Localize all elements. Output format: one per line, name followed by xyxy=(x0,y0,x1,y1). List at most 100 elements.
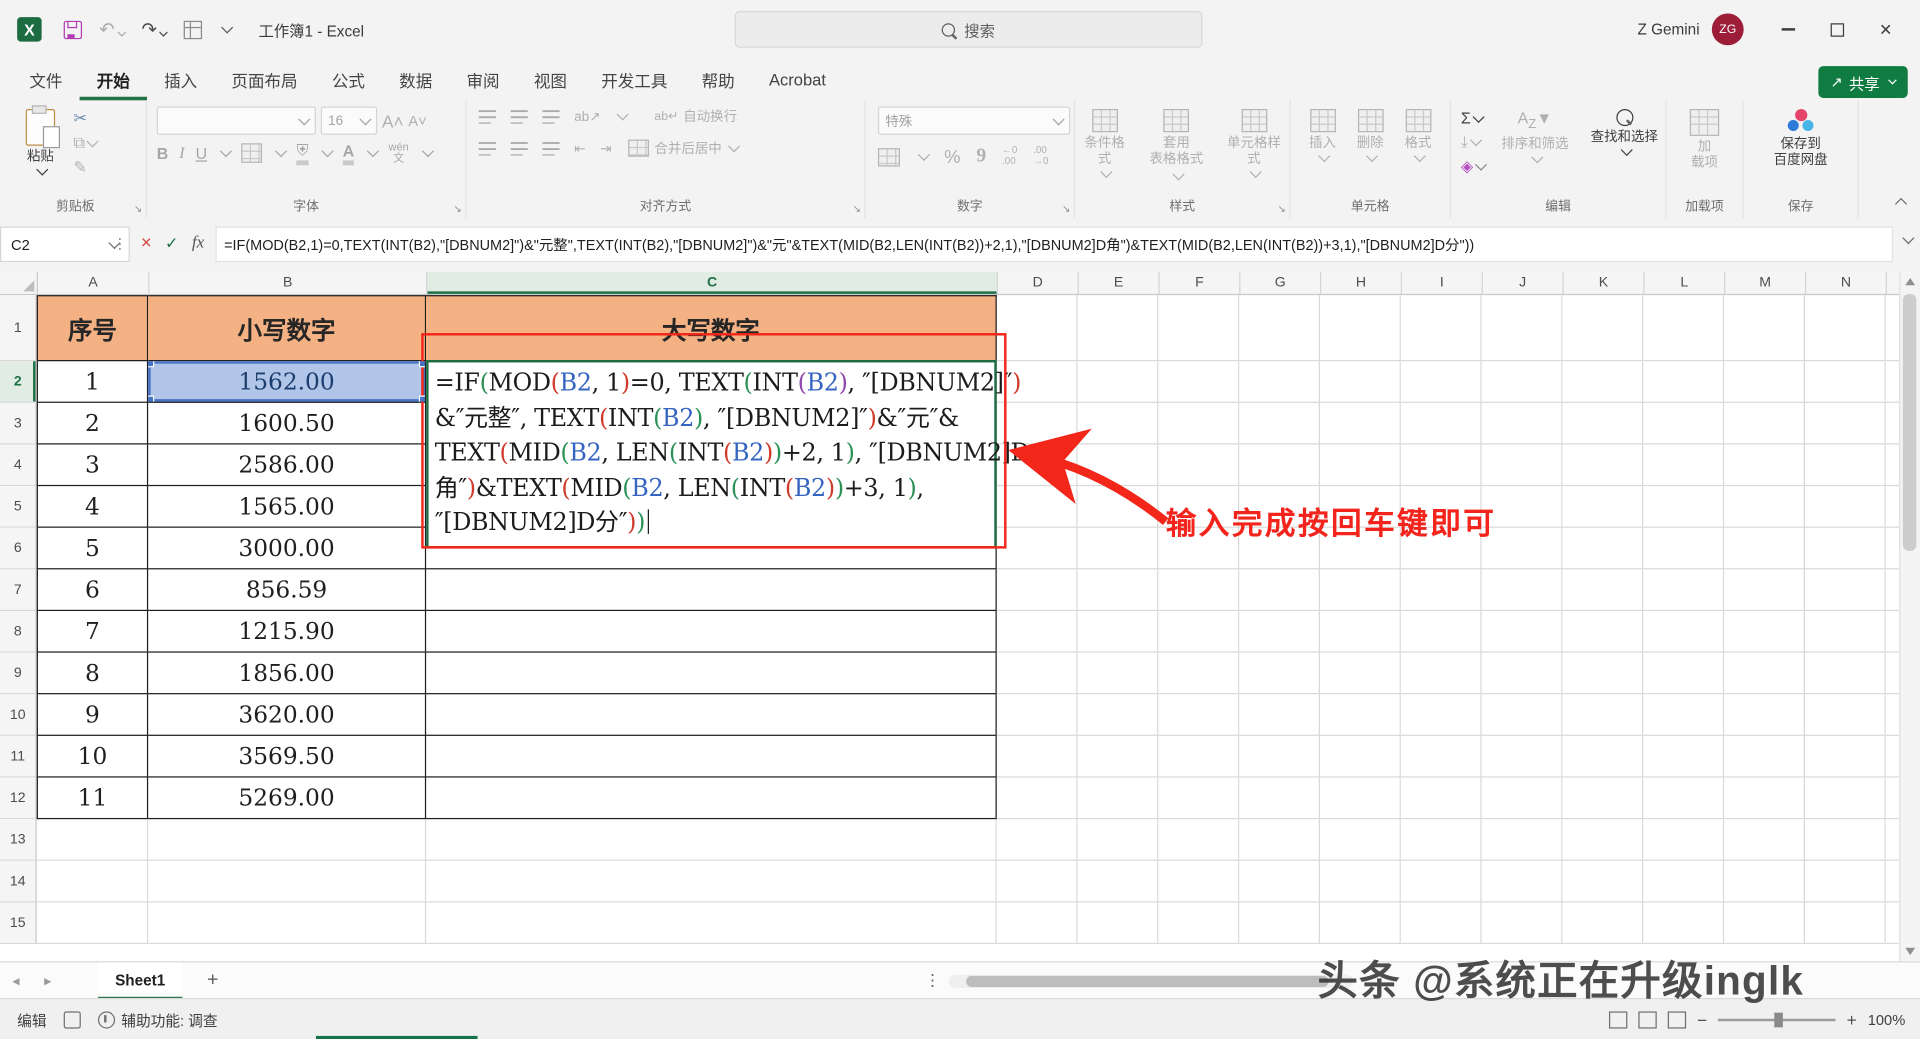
cell-F14[interactable] xyxy=(1158,861,1239,903)
selection-handle[interactable] xyxy=(148,361,154,367)
cell-G13[interactable] xyxy=(1239,819,1320,861)
cell-C12[interactable] xyxy=(426,778,997,820)
row-header-1[interactable]: 1 xyxy=(0,295,37,361)
insert-function-icon[interactable]: fx xyxy=(192,233,204,253)
cell-I3[interactable] xyxy=(1401,403,1482,445)
cell-I15[interactable] xyxy=(1401,902,1482,944)
cell-K6[interactable] xyxy=(1562,528,1643,570)
cell-E10[interactable] xyxy=(1078,694,1159,736)
sheet-nav-right-icon[interactable]: ▸ xyxy=(32,972,64,989)
cell-N11[interactable] xyxy=(1805,736,1886,778)
comma-style-icon[interactable]: 9 xyxy=(976,146,986,168)
cell-B13[interactable] xyxy=(148,819,426,861)
cell-J7[interactable] xyxy=(1482,569,1563,611)
cell-I4[interactable] xyxy=(1401,444,1482,486)
cell-D12[interactable] xyxy=(997,778,1078,820)
cell-F9[interactable] xyxy=(1158,653,1239,695)
cell-M7[interactable] xyxy=(1724,569,1805,611)
cell-H12[interactable] xyxy=(1320,778,1401,820)
cell-E4[interactable] xyxy=(1078,444,1159,486)
cell-C11[interactable] xyxy=(426,736,997,778)
cell-E2[interactable] xyxy=(1078,361,1159,403)
row-header-10[interactable]: 10 xyxy=(0,694,37,736)
cell-G7[interactable] xyxy=(1239,569,1320,611)
page-layout-view-icon[interactable] xyxy=(1638,1011,1656,1028)
align-center-icon[interactable] xyxy=(511,141,528,154)
cell-B5[interactable]: 1565.00 xyxy=(148,486,426,528)
quick-access-customize-icon[interactable] xyxy=(221,21,233,33)
clipboard-launcher-icon[interactable]: ↘ xyxy=(134,203,142,214)
italic-button[interactable]: I xyxy=(179,143,184,163)
cell-K5[interactable] xyxy=(1562,486,1643,528)
grow-font-icon[interactable]: A˄ xyxy=(382,111,403,131)
cell-M3[interactable] xyxy=(1724,403,1805,445)
cell-M11[interactable] xyxy=(1724,736,1805,778)
scroll-up-icon[interactable] xyxy=(1905,278,1915,285)
cell-L6[interactable] xyxy=(1643,528,1724,570)
styles-launcher-icon[interactable]: ↘ xyxy=(1278,203,1286,214)
tab-文件[interactable]: 文件 xyxy=(12,59,79,101)
cell-F2[interactable] xyxy=(1158,361,1239,403)
row-header-6[interactable]: 6 xyxy=(0,528,37,570)
cell-G15[interactable] xyxy=(1239,902,1320,944)
cell-L9[interactable] xyxy=(1643,653,1724,695)
cell-G9[interactable] xyxy=(1239,653,1320,695)
addins-button[interactable]: 加载项 xyxy=(1684,107,1726,175)
save-to-baidu-button[interactable]: 保存到百度网盘 xyxy=(1768,107,1834,172)
autosum-icon[interactable]: Σ xyxy=(1461,109,1485,127)
cell-M9[interactable] xyxy=(1724,653,1805,695)
cell-K8[interactable] xyxy=(1562,611,1643,653)
cell-B10[interactable]: 3620.00 xyxy=(148,694,426,736)
cell-I7[interactable] xyxy=(1401,569,1482,611)
cell-I8[interactable] xyxy=(1401,611,1482,653)
cell-M12[interactable] xyxy=(1724,778,1805,820)
quick-access-table-icon[interactable] xyxy=(184,20,202,38)
formula-bar-expand-icon[interactable] xyxy=(1902,232,1914,244)
cell-I10[interactable] xyxy=(1401,694,1482,736)
restore-button[interactable] xyxy=(1812,0,1861,59)
macro-record-icon[interactable] xyxy=(64,1011,81,1028)
alignment-launcher-icon[interactable]: ↘ xyxy=(853,203,861,214)
align-top-icon[interactable] xyxy=(479,110,496,123)
cell-M14[interactable] xyxy=(1724,861,1805,903)
cell-A4[interactable]: 3 xyxy=(37,444,148,486)
cell-M2[interactable] xyxy=(1724,361,1805,403)
font-size-select[interactable]: 16 xyxy=(321,107,377,135)
cell-G11[interactable] xyxy=(1239,736,1320,778)
tab-开始[interactable]: 开始 xyxy=(80,59,147,101)
fill-color-icon[interactable]: ⛨ xyxy=(296,141,308,165)
row-header-3[interactable]: 3 xyxy=(0,403,37,445)
sheet-nav-left-icon[interactable]: ◂ xyxy=(0,972,32,989)
decrease-decimal-icon[interactable]: .00→0 xyxy=(1033,146,1048,168)
avatar[interactable]: ZG xyxy=(1712,13,1744,45)
cell-J3[interactable] xyxy=(1482,403,1563,445)
horizontal-scroll-thumb[interactable] xyxy=(966,976,1328,987)
cell-N8[interactable] xyxy=(1805,611,1886,653)
cell-C14[interactable] xyxy=(426,861,997,903)
cell-H10[interactable] xyxy=(1320,694,1401,736)
cell-N3[interactable] xyxy=(1805,403,1886,445)
clear-icon[interactable]: ◈ xyxy=(1461,157,1485,177)
cell-J2[interactable] xyxy=(1482,361,1563,403)
zoom-slider[interactable] xyxy=(1718,1019,1836,1021)
column-header-J[interactable]: J xyxy=(1483,272,1564,294)
cell-B2[interactable]: 1562.00 xyxy=(148,361,426,403)
add-sheet-button[interactable]: + xyxy=(207,970,218,992)
row-header-12[interactable]: 12 xyxy=(0,778,37,820)
format-cells-button[interactable]: 格式 xyxy=(1398,107,1437,164)
cell-D11[interactable] xyxy=(997,736,1078,778)
cell-J1[interactable] xyxy=(1482,295,1563,361)
cell-A15[interactable] xyxy=(37,902,148,944)
cell-I12[interactable] xyxy=(1401,778,1482,820)
cell-J4[interactable] xyxy=(1482,444,1563,486)
cell-C9[interactable] xyxy=(426,653,997,695)
cell-N15[interactable] xyxy=(1805,902,1886,944)
cell-I1[interactable] xyxy=(1401,295,1482,361)
row-header-11[interactable]: 11 xyxy=(0,736,37,778)
format-as-table-button[interactable]: 套用表格格式 xyxy=(1142,107,1212,187)
sort-filter-button[interactable]: AZ▼ 排序和筛选 xyxy=(1495,107,1575,164)
cell-G12[interactable] xyxy=(1239,778,1320,820)
cell-B12[interactable]: 5269.00 xyxy=(148,778,426,820)
row-header-13[interactable]: 13 xyxy=(0,819,37,861)
accounting-format-icon[interactable] xyxy=(878,148,900,166)
